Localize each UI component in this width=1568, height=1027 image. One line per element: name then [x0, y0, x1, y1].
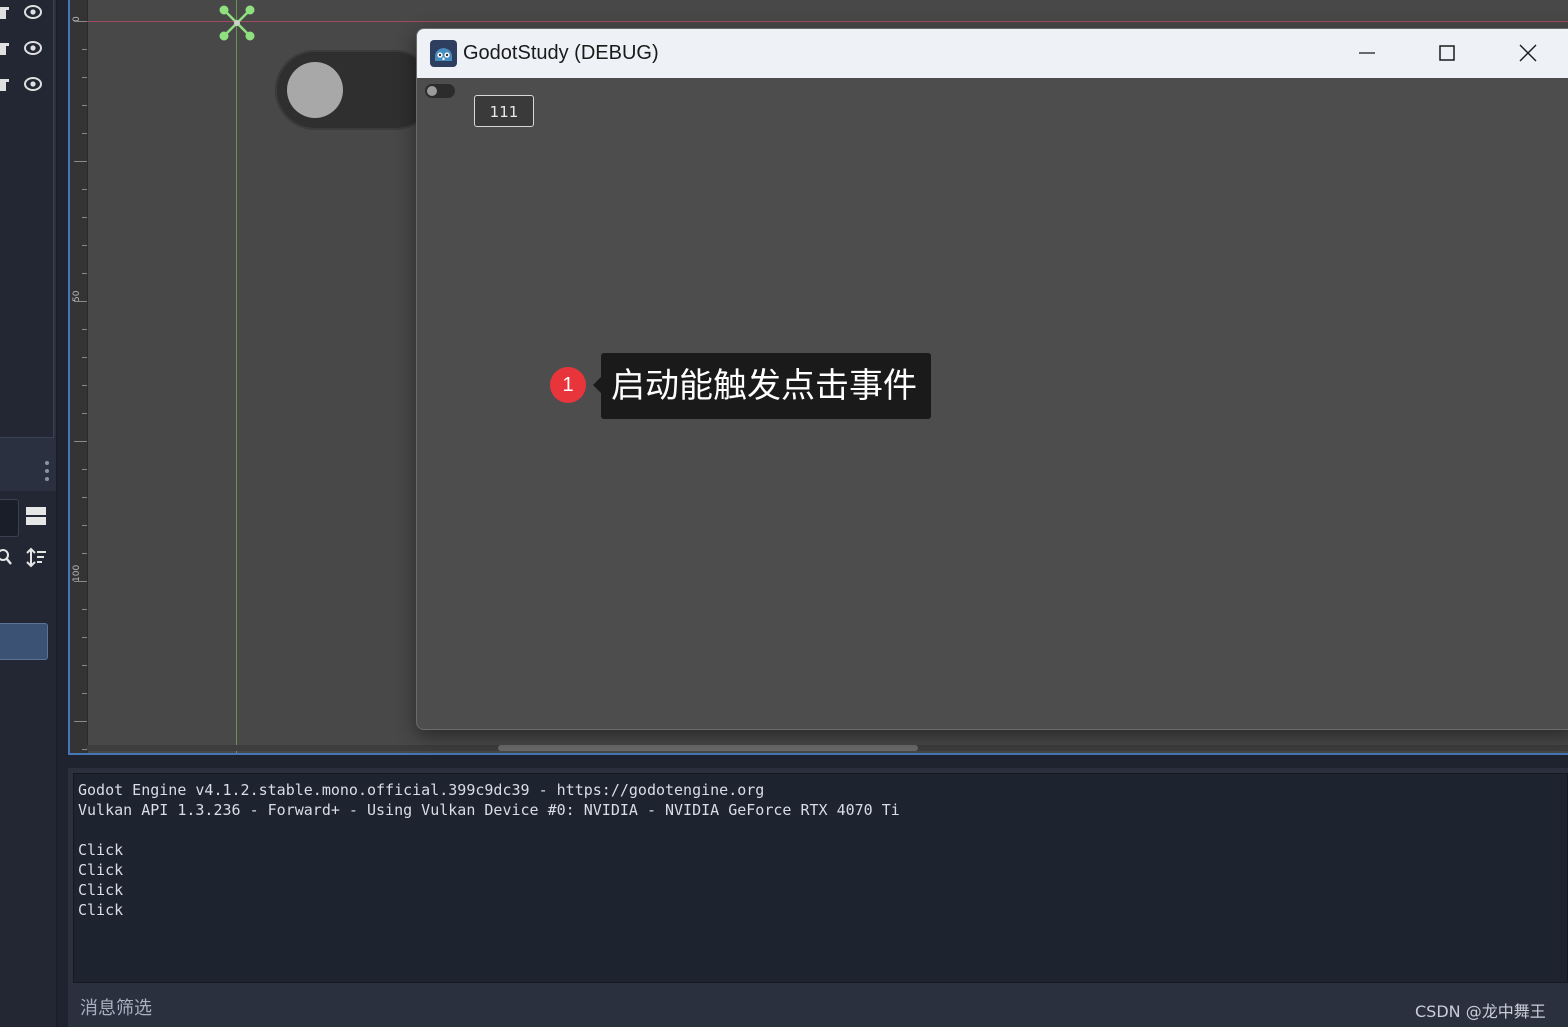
ruler-tick — [82, 469, 87, 470]
visibility-eye-icon[interactable] — [23, 75, 43, 93]
filesystem-selected-item[interactable] — [0, 623, 48, 660]
ruler-tick — [82, 553, 87, 554]
ruler-tick — [82, 77, 87, 78]
ruler-tick — [82, 693, 87, 694]
dock-separator[interactable] — [56, 0, 58, 1027]
ruler-label: 100 — [72, 564, 82, 582]
watermark: CSDN @龙中舞王 — [1415, 1002, 1546, 1021]
godot-app-icon — [430, 40, 457, 67]
godot-editor: 0 50 100 GodotStudy (DEBUG) 111 1 启动能触发点… — [0, 0, 1568, 1027]
sort-icon[interactable] — [25, 547, 47, 569]
script-icon[interactable] — [0, 5, 10, 19]
maximize-button[interactable] — [1407, 29, 1487, 78]
anchor-gizmo-icon[interactable] — [216, 2, 258, 44]
log-line: Vulkan API 1.3.236 - Forward+ - Using Vu… — [78, 801, 900, 819]
scene-tree-panel — [0, 0, 54, 438]
ruler-tick — [82, 385, 87, 386]
log-line: Click — [78, 901, 124, 919]
message-filter-input[interactable]: 消息筛选 — [80, 994, 152, 1020]
log-line: Click — [78, 861, 124, 879]
ruler-tick — [82, 105, 87, 106]
scene-tree-row[interactable] — [0, 72, 53, 96]
ruler-tick — [74, 721, 87, 722]
window-titlebar[interactable]: GodotStudy (DEBUG) — [417, 29, 1568, 78]
horizontal-scrollbar-thumb[interactable] — [498, 745, 918, 751]
filesystem-panel — [0, 491, 56, 1027]
ruler-tick — [82, 497, 87, 498]
ruler-tick — [82, 637, 87, 638]
ruler-tick — [82, 245, 87, 246]
ruler-tick — [74, 301, 87, 302]
ruler-tick — [82, 217, 87, 218]
close-icon — [1519, 44, 1537, 62]
script-icon[interactable] — [0, 41, 10, 55]
scene-tree-row[interactable] — [0, 36, 53, 60]
ruler-tick — [82, 609, 87, 610]
minimize-button[interactable] — [1327, 29, 1407, 78]
annotation-badge: 1 — [550, 367, 586, 403]
annotation-callout: 启动能触发点击事件 — [601, 353, 931, 419]
ruler-tick — [74, 581, 87, 582]
ruler-tick — [82, 273, 87, 274]
scene-tree-row[interactable] — [0, 0, 53, 24]
game-debug-window[interactable]: GodotStudy (DEBUG) 111 — [416, 28, 1568, 730]
ruler-tick — [82, 413, 87, 414]
editor-toggle-knob[interactable] — [287, 62, 343, 118]
maximize-icon — [1439, 45, 1455, 61]
log-line: Click — [78, 841, 124, 859]
ruler-tick — [82, 49, 87, 50]
vertical-ruler — [70, 0, 88, 753]
origin-guide-x — [87, 21, 1568, 22]
ruler-tick — [82, 133, 87, 134]
ruler-tick — [82, 357, 87, 358]
ruler-tick — [82, 189, 87, 190]
window-title: GodotStudy (DEBUG) — [463, 42, 659, 64]
close-button[interactable] — [1488, 29, 1568, 78]
ruler-tick — [82, 525, 87, 526]
minimize-icon — [1359, 52, 1375, 54]
check-button-knob[interactable] — [427, 86, 437, 96]
visibility-eye-icon[interactable] — [23, 3, 43, 21]
visibility-eye-icon[interactable] — [23, 39, 43, 57]
filesystem-path-input[interactable] — [0, 499, 19, 537]
ruler-tick — [82, 665, 87, 666]
ruler-tick — [74, 161, 87, 162]
ruler-tick — [82, 329, 87, 330]
annotation-pointer — [593, 377, 601, 393]
ruler-tick — [74, 441, 87, 442]
search-icon[interactable] — [0, 548, 14, 566]
log-line: Godot Engine v4.1.2.stable.mono.official… — [78, 781, 765, 799]
game-button[interactable]: 111 — [474, 95, 534, 127]
origin-guide-y — [236, 0, 237, 753]
ruler-tick — [74, 21, 87, 22]
viewport-border — [68, 753, 1568, 755]
kebab-menu-icon[interactable] — [43, 459, 51, 483]
log-line: Click — [78, 881, 124, 899]
script-icon[interactable] — [0, 77, 10, 91]
split-layout-icon[interactable] — [25, 505, 47, 527]
